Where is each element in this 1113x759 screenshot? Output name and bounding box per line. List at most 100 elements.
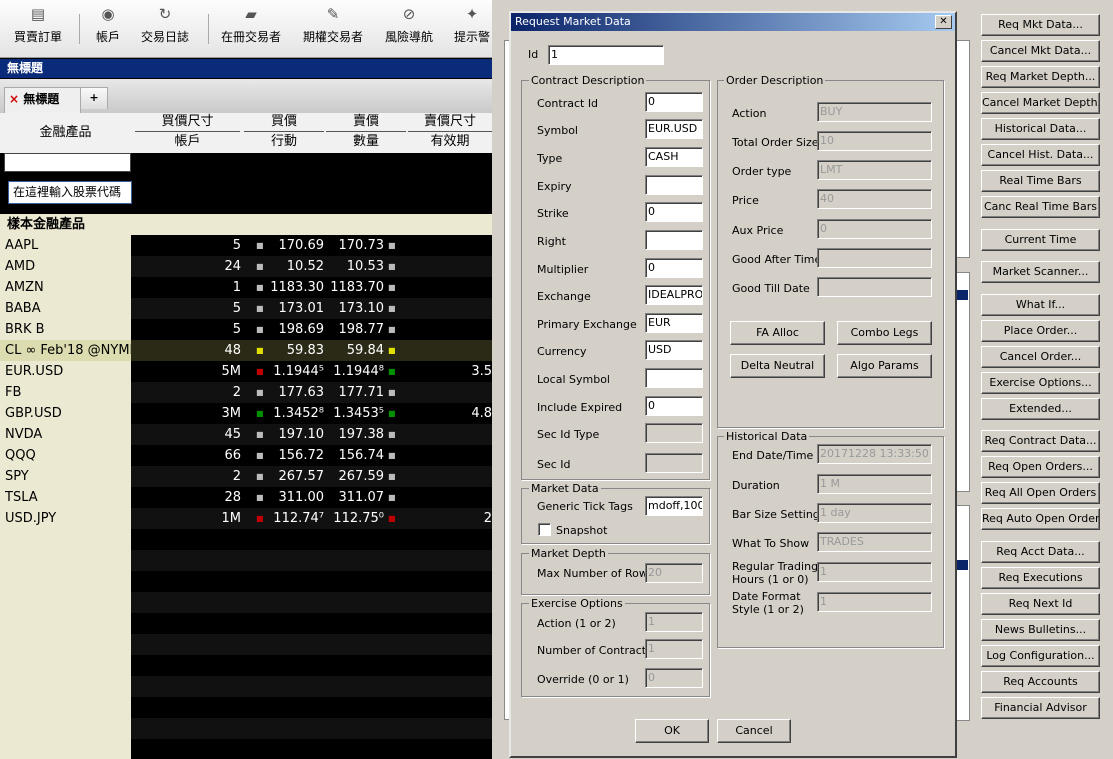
empty-symbol-cell[interactable] bbox=[0, 613, 131, 634]
delta-neutral-button[interactable]: Delta Neutral bbox=[730, 354, 825, 378]
quote-symbol[interactable]: EUR.USD bbox=[0, 361, 131, 382]
local-symbol-field[interactable] bbox=[645, 368, 703, 388]
quote-row[interactable]: AAPL 5 ■ 170.69 170.73 ■ bbox=[0, 235, 492, 256]
quote-ask[interactable]: 197.38 bbox=[326, 424, 385, 445]
quote-bid[interactable]: 59.83 bbox=[262, 340, 324, 361]
what-to-show-field[interactable]: TRADES bbox=[817, 532, 932, 552]
fa-alloc-button[interactable]: FA Alloc bbox=[730, 321, 825, 345]
id-field[interactable]: 1 bbox=[548, 45, 664, 65]
alert-button[interactable]: ✦ 提示警 bbox=[452, 6, 492, 52]
contract-id-field[interactable]: 0 bbox=[645, 92, 703, 112]
book-trader-button[interactable]: ▰ 在冊交易者 bbox=[218, 6, 284, 52]
quote-symbol[interactable]: TSLA bbox=[0, 487, 131, 508]
quote-row[interactable]: GBP.USD 3M ■ 1.3452⁸ 1.3453⁵ ■ 4.8 bbox=[0, 403, 492, 424]
quote-row[interactable]: FB 2 ■ 177.63 177.71 ■ bbox=[0, 382, 492, 403]
quote-bid[interactable]: 177.63 bbox=[262, 382, 325, 403]
api-button-req-auto-open-orders[interactable]: Req Auto Open Orders bbox=[981, 508, 1100, 530]
empty-symbol-cell[interactable] bbox=[0, 550, 131, 571]
type-field[interactable]: CASH bbox=[645, 147, 703, 167]
bid-column-header[interactable]: 買價 bbox=[244, 113, 324, 131]
quote-row[interactable]: AMD 24 ■ 10.52 10.53 ■ bbox=[0, 256, 492, 277]
account-button[interactable]: ◉ 帳戶 bbox=[90, 6, 126, 52]
date-format-style-1-or-2-field[interactable]: 1 bbox=[817, 592, 932, 612]
primary-exchange-field[interactable]: EUR bbox=[645, 313, 703, 333]
quote-ask[interactable]: 267.59 bbox=[326, 466, 385, 487]
quote-symbol[interactable]: AMD bbox=[0, 256, 131, 277]
max-rows-field[interactable]: 20 bbox=[645, 563, 703, 583]
api-button-req-executions[interactable]: Req Executions bbox=[981, 567, 1100, 589]
empty-symbol-cell[interactable] bbox=[0, 571, 131, 592]
instrument-column-header[interactable]: 金融產品 bbox=[0, 124, 131, 142]
quote-ask[interactable]: 1.1944⁸ bbox=[326, 361, 384, 382]
quote-ask[interactable]: 156.74 bbox=[326, 445, 385, 466]
empty-symbol-cell[interactable] bbox=[0, 529, 131, 550]
end-date-time-field[interactable]: 20171228 13:33:50 bbox=[817, 444, 932, 464]
quote-row[interactable]: QQQ 66 ■ 156.72 156.74 ■ bbox=[0, 445, 492, 466]
quote-row[interactable]: CL ∞ Feb'18 @NYMEX48■59.8359.84■ bbox=[0, 340, 492, 361]
sec-id-field[interactable] bbox=[645, 453, 703, 473]
add-tab-button[interactable]: + bbox=[80, 87, 108, 109]
account-column-header[interactable]: 帳戶 bbox=[135, 133, 240, 151]
multiplier-field[interactable]: 0 bbox=[645, 258, 703, 278]
algo-params-button[interactable]: Algo Params bbox=[837, 354, 932, 378]
include-expired-field[interactable]: 0 bbox=[645, 396, 703, 416]
quote-symbol[interactable]: CL ∞ Feb'18 @NYMEX bbox=[0, 340, 131, 361]
quote-bid[interactable]: 156.72 bbox=[262, 445, 325, 466]
api-button-req-acct-data[interactable]: Req Acct Data... bbox=[981, 541, 1100, 563]
api-button-req-market-depth[interactable]: Req Market Depth... bbox=[981, 66, 1100, 88]
exchange-field[interactable]: IDEALPRO bbox=[645, 285, 703, 305]
empty-symbol-cell[interactable] bbox=[0, 592, 131, 613]
empty-symbol-cell[interactable] bbox=[0, 634, 131, 655]
quote-ask[interactable]: 1183.70 bbox=[326, 277, 384, 298]
api-button-req-mkt-data[interactable]: Req Mkt Data... bbox=[981, 14, 1100, 36]
quote-symbol[interactable]: NVDA bbox=[0, 424, 131, 445]
empty-symbol-cell[interactable] bbox=[0, 676, 131, 697]
quote-row[interactable]: SPY 2 ■ 267.57 267.59 ■ bbox=[0, 466, 492, 487]
quote-ask[interactable]: 1.3453⁵ bbox=[326, 403, 384, 424]
quote-bid[interactable]: 311.00 bbox=[262, 487, 325, 508]
empty-symbol-cell[interactable] bbox=[0, 718, 131, 739]
quote-row[interactable]: AMZN 1 ■ 1183.30 1183.70 ■ bbox=[0, 277, 492, 298]
close-tab-icon[interactable]: × bbox=[9, 92, 19, 106]
action-1-or-2-field[interactable]: 1 bbox=[645, 612, 703, 632]
api-button-cancel-market-depth[interactable]: Cancel Market Depth... bbox=[981, 92, 1100, 114]
order-type-field[interactable]: LMT bbox=[817, 160, 932, 180]
override-0-or-1-field[interactable]: 0 bbox=[645, 668, 703, 688]
ask-column-header[interactable]: 賣價 bbox=[326, 113, 406, 131]
quote-row[interactable]: EUR.USD 5M ■ 1.1944⁵ 1.1944⁸ ■ 3.5 bbox=[0, 361, 492, 382]
bar-size-setting-field[interactable]: 1 day bbox=[817, 503, 932, 523]
api-button-news-bulletins[interactable]: News Bulletins... bbox=[981, 619, 1100, 641]
api-button-cancel-mkt-data[interactable]: Cancel Mkt Data... bbox=[981, 40, 1100, 62]
api-button-real-time-bars[interactable]: Real Time Bars bbox=[981, 170, 1100, 192]
action-field[interactable]: BUY bbox=[817, 102, 932, 122]
dialog-close-button[interactable]: ✕ bbox=[935, 15, 952, 29]
api-button-req-open-orders[interactable]: Req Open Orders... bbox=[981, 456, 1100, 478]
expiry-column-header[interactable]: 有效期 bbox=[408, 133, 492, 151]
api-button-req-next-id[interactable]: Req Next Id bbox=[981, 593, 1100, 615]
api-button-what-if[interactable]: What If... bbox=[981, 294, 1100, 316]
quote-bid[interactable]: 198.69 bbox=[262, 319, 325, 340]
ok-button[interactable]: OK bbox=[635, 719, 709, 743]
currency-field[interactable]: USD bbox=[645, 340, 703, 360]
quote-symbol[interactable]: BABA bbox=[0, 298, 131, 319]
quote-bid[interactable]: 173.01 bbox=[262, 298, 325, 319]
quote-bid[interactable]: 267.57 bbox=[262, 466, 325, 487]
api-button-current-time[interactable]: Current Time bbox=[981, 229, 1100, 251]
quote-row[interactable]: TSLA 28 ■ 311.00 311.07 ■ bbox=[0, 487, 492, 508]
action-column-header[interactable]: 行動 bbox=[244, 133, 324, 151]
option-trader-button[interactable]: ✎ 期權交易者 bbox=[300, 6, 366, 52]
quote-ask[interactable]: 173.10 bbox=[326, 298, 385, 319]
trade-log-button[interactable]: ↻ 交易日誌 bbox=[137, 6, 193, 52]
sec-id-type-field[interactable] bbox=[645, 423, 703, 443]
aux-price-field[interactable]: 0 bbox=[817, 219, 932, 239]
quote-row[interactable]: USD.JPY 1M ■ 112.74⁷ 112.75⁰ ■ 2 bbox=[0, 508, 492, 529]
tab-untitled[interactable]: × 無標題 bbox=[4, 87, 81, 113]
api-button-market-scanner[interactable]: Market Scanner... bbox=[981, 261, 1100, 283]
quote-ask[interactable]: 177.71 bbox=[326, 382, 385, 403]
bid-size-column-header[interactable]: 買價尺寸 bbox=[135, 113, 240, 131]
quote-symbol[interactable]: SPY bbox=[0, 466, 131, 487]
quote-bid[interactable]: 1.3452⁸ bbox=[262, 403, 324, 424]
api-button-financial-advisor[interactable]: Financial Advisor bbox=[981, 697, 1100, 719]
risk-navigator-button[interactable]: ⊘ 風險導航 bbox=[382, 6, 436, 52]
api-button-req-contract-data[interactable]: Req Contract Data... bbox=[981, 430, 1100, 452]
